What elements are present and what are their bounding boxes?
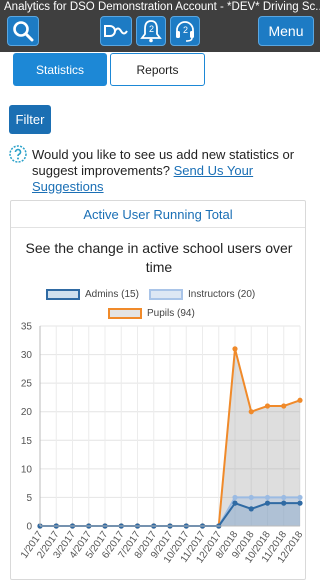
y-tick-label: 30 <box>21 350 33 361</box>
series-point-0 <box>232 500 238 506</box>
series-point-1 <box>264 494 271 501</box>
legend-admins-label: Admins (15) <box>85 288 139 300</box>
suggestion-text: Would you like to see us add new statist… <box>32 147 316 195</box>
series-point-0 <box>297 500 303 506</box>
series-point-0 <box>281 500 287 506</box>
tab-reports[interactable]: Reports <box>110 53 205 86</box>
suggestion-prompt: Would you like to see us add new statist… <box>32 147 295 178</box>
notifications-button[interactable]: 2 <box>136 16 166 46</box>
card-header: Active User Running Total <box>11 201 305 228</box>
app-title: Analytics for DSO Demonstration Account … <box>4 1 320 13</box>
y-tick-label: 20 <box>21 407 33 418</box>
series-point-2 <box>281 403 287 409</box>
series-point-1 <box>281 494 287 501</box>
active-users-chart: 051015202530351/20172/20173/20174/20175/… <box>19 322 306 566</box>
y-tick-label: 25 <box>21 379 33 390</box>
legend-instructors-swatch <box>149 288 183 300</box>
y-tick-label: 15 <box>21 436 33 447</box>
card-title: Active User Running Total <box>83 207 233 222</box>
support-count: 2 <box>183 25 189 35</box>
legend-instructors-label: Instructors (20) <box>188 288 256 300</box>
series-point-1 <box>297 494 303 501</box>
series-point-2 <box>297 397 303 403</box>
dso-logo-button[interactable] <box>100 16 132 46</box>
support-button[interactable]: 2 <box>170 16 200 46</box>
search-button[interactable] <box>7 16 39 46</box>
legend-pupils-label: Pupils (94) <box>147 307 195 319</box>
tab-statistics[interactable]: Statistics <box>13 53 107 86</box>
menu-button[interactable]: Menu <box>258 16 314 46</box>
y-tick-label: 0 <box>26 522 32 533</box>
y-tick-label: 5 <box>26 493 32 504</box>
notifications-count: 2 <box>149 24 155 34</box>
filter-button[interactable]: Filter <box>9 105 51 134</box>
series-point-0 <box>264 500 271 506</box>
y-tick-label: 10 <box>21 464 33 475</box>
series-point-2 <box>232 346 238 352</box>
series-point-1 <box>248 494 254 501</box>
series-point-0 <box>248 506 254 512</box>
y-tick-label: 35 <box>21 322 33 333</box>
question-icon <box>9 145 27 163</box>
legend-admins-swatch <box>46 288 80 300</box>
series-point-1 <box>232 494 238 501</box>
chart-title: See the change in active school users ov… <box>25 240 293 275</box>
top-bar: Analytics for DSO Demonstration Account … <box>0 0 320 52</box>
series-point-2 <box>264 403 271 409</box>
search-icon <box>13 21 34 42</box>
legend-admins[interactable]: Admins (15) <box>46 287 139 301</box>
legend-pupils-swatch <box>108 307 142 319</box>
legend-instructors[interactable]: Instructors (20) <box>149 287 255 301</box>
series-point-2 <box>248 409 254 415</box>
dso-logo-icon <box>104 25 128 37</box>
